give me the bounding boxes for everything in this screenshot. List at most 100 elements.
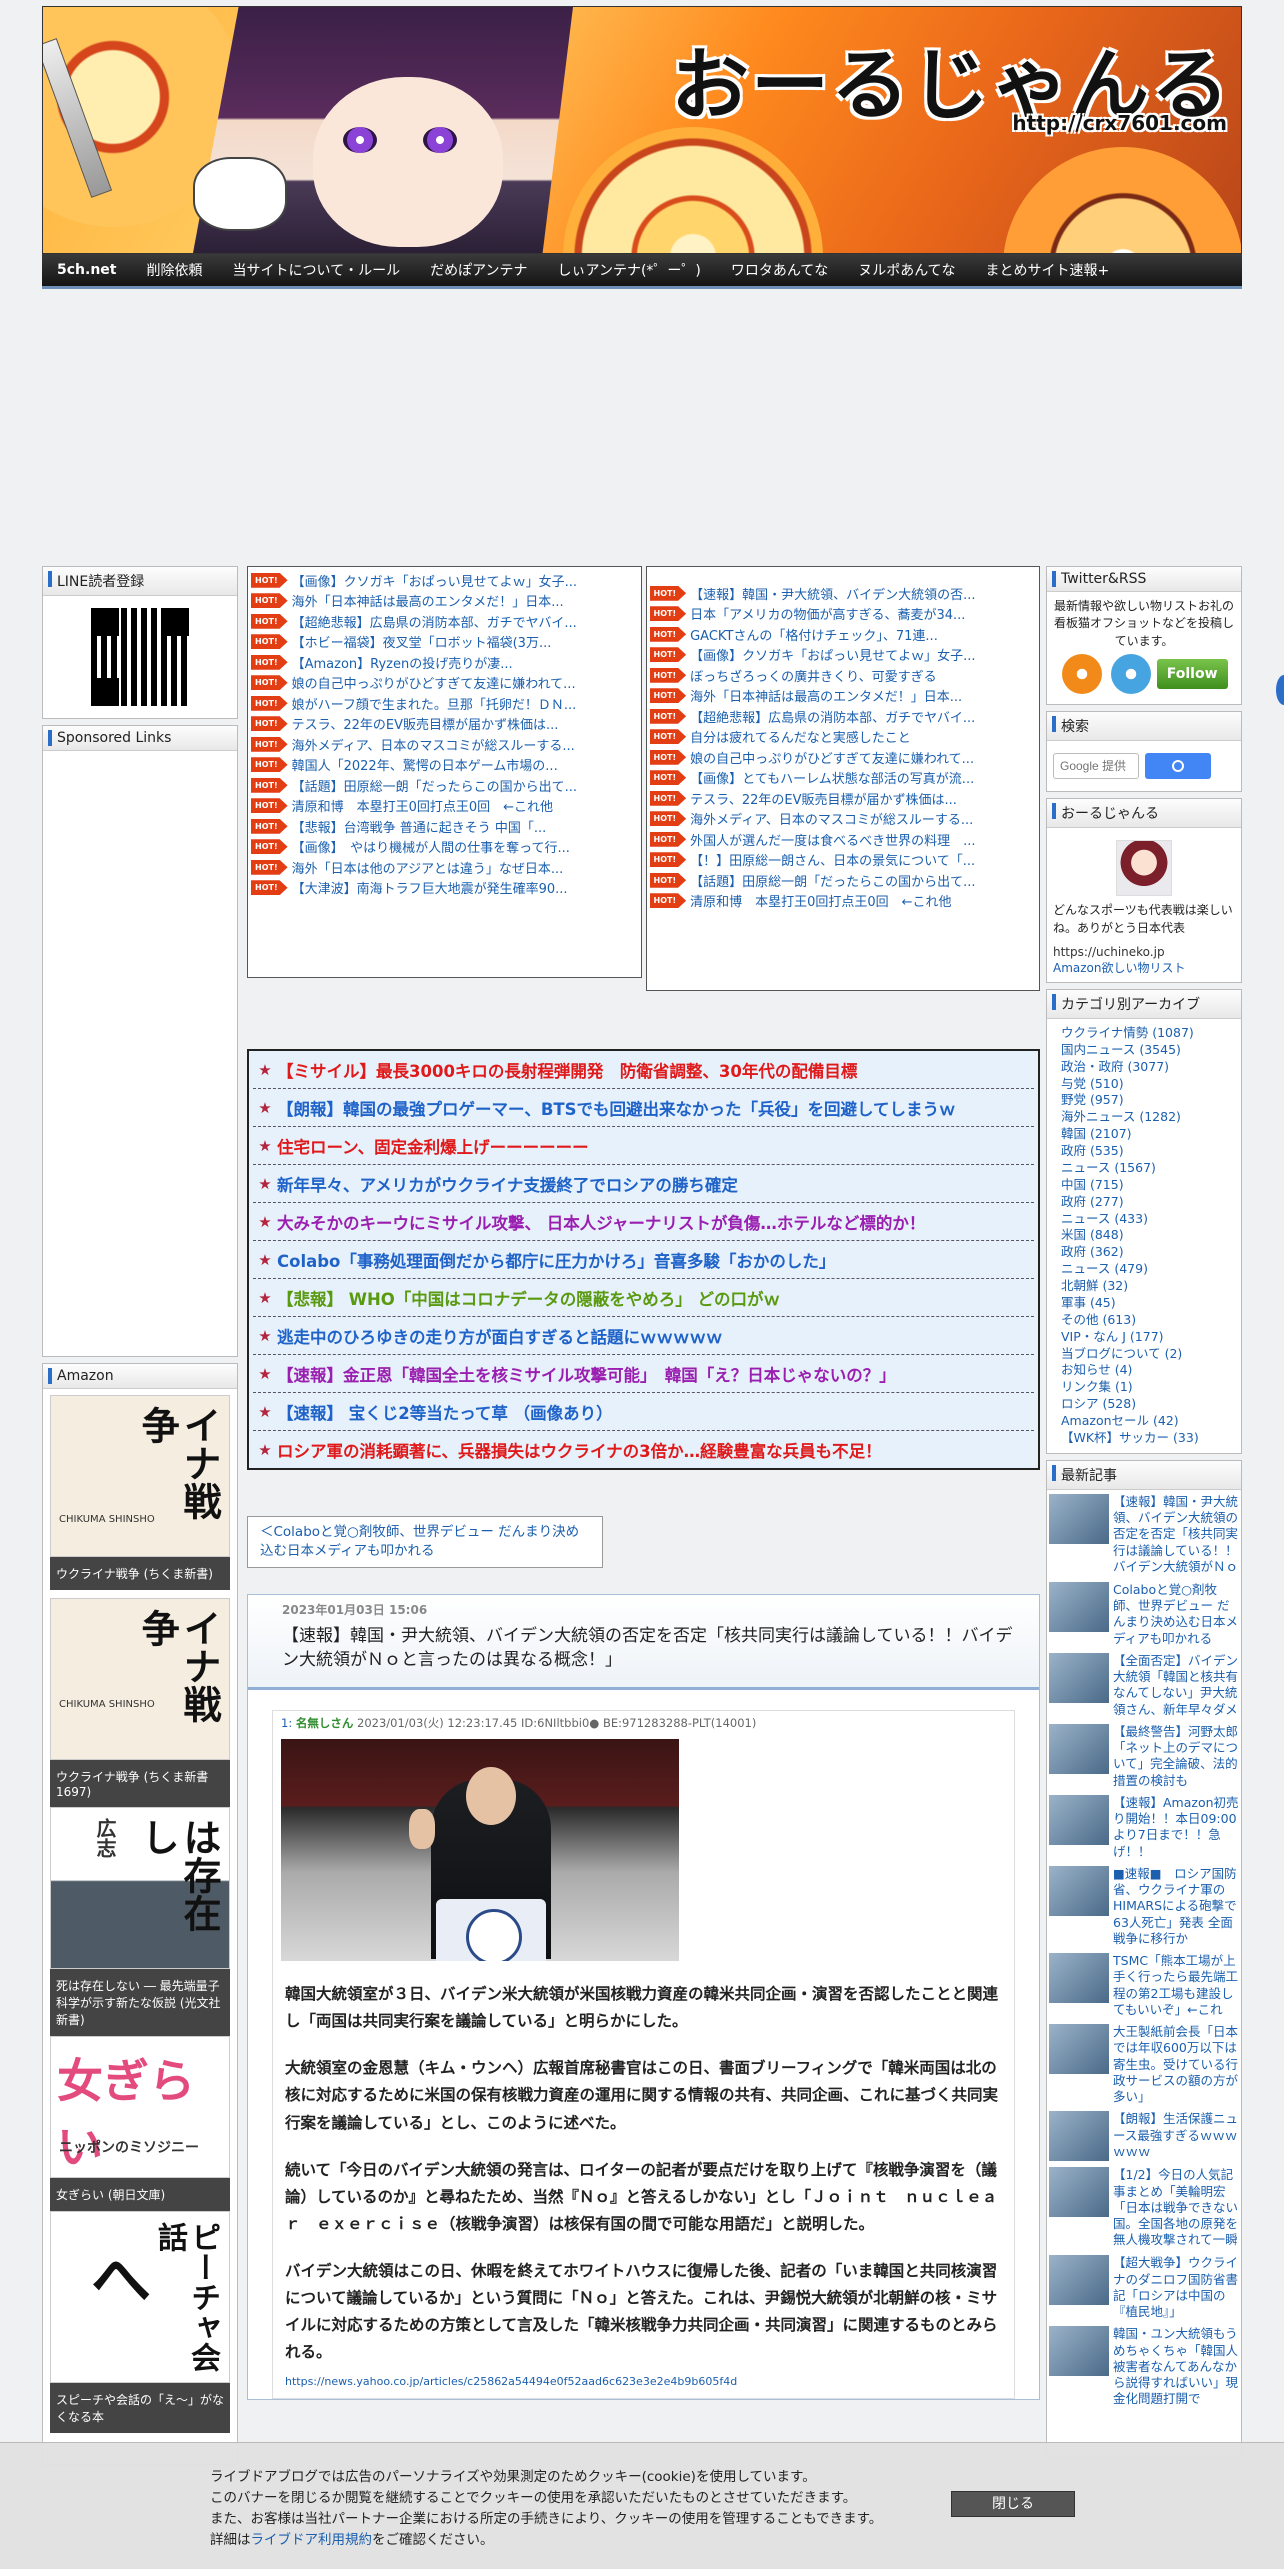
category-link[interactable]: ウクライナ情勢 (1087) <box>1053 1025 1235 1042</box>
nav-item-delete-request[interactable]: 削除依頼 <box>131 260 217 280</box>
headline-item[interactable]: ★ 【ミサイル】最長3000キロの長射程弾開発 防衛省調整、30年代の配備目標 <box>253 1051 1034 1089</box>
hot-article-item[interactable]: HOT! 【話題】田原総一朗「だったらこの国から出て... <box>649 870 1037 891</box>
line-qr-code[interactable] <box>85 602 195 712</box>
headline-link[interactable]: 大みそかのキーウにミサイル攻撃、 日本人ジャーナリストが負傷…ホテルなど標的か！ <box>277 1210 925 1234</box>
hot-article-item[interactable]: HOT! 【画像】とてもハーレム状態な部活の写真が流... <box>649 768 1037 789</box>
category-link[interactable]: 海外ニュース (1282) <box>1053 1109 1235 1126</box>
hot-article-title[interactable]: 海外メディア、日本のマスコミが総スルーする... <box>690 809 973 828</box>
headline-link[interactable]: 住宅ローン、固定金利爆上げーーーーーー <box>277 1134 589 1158</box>
hot-article-item[interactable]: HOT! 【ホビー福袋】夜叉堂「ロボット福袋(3万... <box>251 632 638 653</box>
headline-item[interactable]: ★ 【速報】 宝くじ2等当たって草 （画像あり） <box>253 1393 1034 1431</box>
hot-article-item[interactable]: HOT! 【画像】クソガキ「おぱっい見せてよｗ」女子... <box>251 570 638 591</box>
hot-article-title[interactable]: 【ホビー福袋】夜叉堂「ロボット福袋(3万... <box>292 632 552 651</box>
hot-article-title[interactable]: 娘の自己中っぷりがひどすぎて友達に嫌われて... <box>292 673 576 692</box>
terms-link[interactable]: ライブドア利用規約 <box>251 2532 373 2548</box>
category-link[interactable]: 中国 (715) <box>1053 1177 1235 1194</box>
headline-item[interactable]: ★ ロシア軍の消耗顕著に、兵器損失はウクライナの3倍か…経験豊富な兵員も不足！ <box>253 1431 1034 1468</box>
headline-link[interactable]: 新年早々、アメリカがウクライナ支援終了でロシアの勝ち確定 <box>277 1172 738 1196</box>
hot-article-item[interactable]: HOT! 娘の自己中っぷりがひどすぎて友達に嫌われて... <box>251 673 638 694</box>
book-caption[interactable]: 女ぎらい (朝日文庫) <box>50 2178 230 2211</box>
category-link[interactable]: VIP・なん J (177) <box>1053 1329 1235 1346</box>
recent-article[interactable]: 【1/2】今日の人気記事まとめ「美輪明宏「日本は戦争できない国。全国各地の原発を… <box>1049 2167 1239 2249</box>
category-link[interactable]: お知らせ (4) <box>1053 1362 1235 1379</box>
hot-article-item[interactable]: HOT! 娘がハーフ顔で生まれた。旦那「托卵だ！ＤＮ... <box>251 693 638 714</box>
category-link[interactable]: 政治・政府 (3077) <box>1053 1059 1235 1076</box>
nav-item-shii-antenna[interactable]: しぃアンテナ(*゜ー゜) <box>543 260 716 280</box>
hot-article-item[interactable]: HOT! 【画像】 やはり機械が人間の仕事を奪って行... <box>251 837 638 858</box>
category-link[interactable]: ニュース (479) <box>1053 1261 1235 1278</box>
hot-article-title[interactable]: 日本「アメリカの物価が高すぎる、蕎麦が34... <box>690 604 965 623</box>
recent-article-link[interactable]: 【1/2】今日の人気記事まとめ「美輪明宏「日本は戦争できない国。全国各地の原発を… <box>1113 2167 1239 2249</box>
nav-item-warota-antenna[interactable]: ワロタあんてな <box>716 260 843 280</box>
recent-article[interactable]: 【超大戦争】ウクライナのダニロフ国防省書記「ロシアは中国の『植民地』」 <box>1049 2255 1239 2320</box>
recent-article[interactable]: 【速報】韓国・尹大統領、バイデン大統領の否定を否定「核共同実行は議論している！！… <box>1049 1493 1239 1576</box>
hot-article-title[interactable]: 韓国人「2022年、驚愕の日本ゲーム市場の... <box>292 755 558 774</box>
headline-link[interactable]: 【悲報】 WHO「中国はコロナデータの隠蔽をやめろ」 どの口がｗ <box>277 1286 780 1310</box>
nav-item-about-rules[interactable]: 当サイトについて・ルール <box>217 260 415 280</box>
hot-article-title[interactable]: 娘の自己中っぷりがひどすぎて友達に嫌われて... <box>690 748 974 767</box>
hot-article-item[interactable]: HOT! 海外「日本神話は最高のエンタメだ！」日本... <box>251 591 638 612</box>
recent-article-link[interactable]: 【朗報】生活保護ニュース最強すぎるｗｗｗｗｗｗ <box>1113 2111 1239 2161</box>
hot-article-title[interactable]: GACKTさんの「格付けチェック」、71連... <box>690 625 938 644</box>
headline-item[interactable]: ★ 【朗報】韓国の最強プロゲーマー、BTSでも回避出来なかった「兵役」を回避してし… <box>253 1089 1034 1127</box>
rss-icon[interactable] <box>1062 654 1103 695</box>
recent-article-link[interactable]: 【最終警告】河野太郎「ネット上のデマについて」完全論破、法的措置の検討も <box>1113 1724 1239 1789</box>
hot-article-item[interactable]: HOT! 海外「日本は他のアジアとは違う」なぜ日本... <box>251 857 638 878</box>
hot-article-item[interactable]: HOT! 娘の自己中っぷりがひどすぎて友達に嫌われて... <box>649 747 1037 768</box>
twitter-icon[interactable] <box>1110 654 1151 695</box>
headline-item[interactable]: ★ Colabo「事務処理面倒だから都庁に圧力かけろ」音喜多駿「おかのした」 <box>253 1241 1034 1279</box>
hot-article-title[interactable]: 娘がハーフ顔で生まれた。旦那「托卵だ！ＤＮ... <box>292 694 577 713</box>
profile-site-link[interactable]: https://uchineko.jp <box>1053 945 1235 959</box>
recent-article-link[interactable]: TSMC「熊本工場が上手く行ったら最先端工程の第2工場も建設してもいいぞ」←これ <box>1113 1953 1239 2018</box>
nav-item-damepo-antenna[interactable]: だめぽアンテナ <box>415 260 542 280</box>
hot-article-title[interactable]: 自分は疲れてるんだなと実感したこと <box>690 727 911 746</box>
cookie-close-button[interactable]: 閉じる <box>951 2491 1075 2517</box>
book-caption[interactable]: スピーチや会話の「え〜」がなくなる本 <box>50 2383 230 2433</box>
headline-item[interactable]: ★ 【速報】金正恩「韓国全土を核ミサイル攻撃可能」 韓国「え？日本じゃないの？」 <box>253 1355 1034 1393</box>
headline-link[interactable]: 【朗報】韓国の最強プロゲーマー、BTSでも回避出来なかった「兵役」を回避してしま… <box>277 1096 956 1120</box>
recent-article[interactable]: 韓国・ユン大統領もうめちゃくちゃ「韓国人被害者なんてあんなから説得すればいい」現… <box>1049 2326 1239 2407</box>
hot-article-title[interactable]: 清原和博 本塁打王0回打点王0回 ←これ他 <box>690 891 951 910</box>
book-caption[interactable]: ウクライナ戦争 (ちくま新書) <box>50 1557 230 1590</box>
article-source-link[interactable]: https://news.yahoo.co.jp/articles/c25862… <box>285 2375 1002 2388</box>
headline-link[interactable]: ロシア軍の消耗顕著に、兵器損失はウクライナの3倍か…経験豊富な兵員も不足！ <box>277 1438 882 1462</box>
category-link[interactable]: 当ブログについて (2) <box>1053 1346 1235 1363</box>
hot-article-item[interactable]: HOT! 【画像】クソガキ「おぱっい見せてよｗ」女子... <box>649 645 1037 666</box>
category-link[interactable]: 【WK杯】サッカー (33) <box>1053 1430 1235 1447</box>
follow-button[interactable]: Follow <box>1156 659 1228 690</box>
category-link[interactable]: 米国 (848) <box>1053 1227 1235 1244</box>
hot-article-item[interactable]: HOT! 【超絶悲報】広島県の消防本部、ガチでヤバイ... <box>649 706 1037 727</box>
category-link[interactable]: Amazonセール (42) <box>1053 1413 1235 1430</box>
hot-article-title[interactable]: 海外メディア、日本のマスコミが総スルーする... <box>292 735 575 754</box>
hot-article-title[interactable]: 【！】田原総一朗さん、日本の景気について「... <box>690 850 975 869</box>
nav-item-matome-sokuhou[interactable]: まとめサイト速報+ <box>971 260 1125 280</box>
amazon-book[interactable]: イナ戦争 CHIKUMA SHINSHO ウクライナ戦争 (ちくま新書 1697… <box>50 1598 230 1807</box>
hot-article-title[interactable]: 【画像】クソガキ「おぱっい見せてよｗ」女子... <box>690 645 975 664</box>
hot-article-item[interactable]: HOT! 【！】田原総一朗さん、日本の景気について「... <box>649 850 1037 871</box>
recent-article[interactable]: ■速報■ ロシア国防省、ウクライナ軍のHIMARSによる砲撃で63人死亡」発表 … <box>1049 1865 1239 1947</box>
hot-article-item[interactable]: HOT! 清原和博 本塁打王0回打点王0回 ←これ他 <box>251 796 638 817</box>
headline-link[interactable]: 【速報】 宝くじ2等当たって草 （画像あり） <box>277 1400 613 1424</box>
category-link[interactable]: 与党 (510) <box>1053 1076 1235 1093</box>
hot-article-title[interactable]: 【超絶悲報】広島県の消防本部、ガチでヤバイ... <box>690 707 975 726</box>
amazon-book[interactable]: は存在し 広志 死は存在しない ― 最先端量子科学が示す新たな仮説 (光文社新書… <box>50 1807 230 2036</box>
hot-article-title[interactable]: 【悲報】台湾戦争 普通に起きそう 中国「... <box>292 817 547 836</box>
recent-article-link[interactable]: Colaboと覚○剤牧師、世界デビュー だんまり決め込む日本メディアも叩かれる <box>1113 1582 1239 1647</box>
hot-article-item[interactable]: HOT! 【超絶悲報】広島県の消防本部、ガチでヤバイ... <box>251 611 638 632</box>
recent-article[interactable]: 【朗報】生活保護ニュース最強すぎるｗｗｗｗｗｗ <box>1049 2111 1239 2162</box>
recent-article[interactable]: 【全面否定】バイデン大統領「韓国と核共有なんてしない」尹大統領さん、新年早々ダメ <box>1049 1652 1239 1718</box>
hot-article-title[interactable]: 海外「日本は他のアジアとは違う」なぜ日本... <box>292 858 564 877</box>
prev-article-link[interactable]: ＜Colaboと覚○剤牧師、世界デビュー だんまり決め込む日本メディアも叩かれる <box>247 1516 603 1568</box>
category-link[interactable]: 政府 (535) <box>1053 1143 1235 1160</box>
category-link[interactable]: ニュース (433) <box>1053 1211 1235 1228</box>
hot-article-title[interactable]: 【画像】 やはり機械が人間の仕事を奪って行... <box>292 837 570 856</box>
hot-article-item[interactable]: HOT! 海外メディア、日本のマスコミが総スルーする... <box>251 734 638 755</box>
amazon-book[interactable]: 女ぎらい ニッポンのミソジニー 女ぎらい (朝日文庫) <box>50 2036 230 2211</box>
hot-article-title[interactable]: 【画像】クソガキ「おぱっい見せてよｗ」女子... <box>292 571 577 590</box>
hot-article-item[interactable]: HOT! 【速報】韓国・尹大統領、バイデン大統領の否... <box>649 583 1037 604</box>
category-link[interactable]: 韓国 (2107) <box>1053 1126 1235 1143</box>
category-link[interactable]: 軍事 (45) <box>1053 1295 1235 1312</box>
recent-article[interactable]: 【最終警告】河野太郎「ネット上のデマについて」完全論破、法的措置の検討も <box>1049 1723 1239 1789</box>
nav-item-5ch[interactable]: 5ch.net <box>42 262 131 278</box>
hot-article-item[interactable]: HOT! 韓国人「2022年、驚愕の日本ゲーム市場の... <box>251 755 638 776</box>
